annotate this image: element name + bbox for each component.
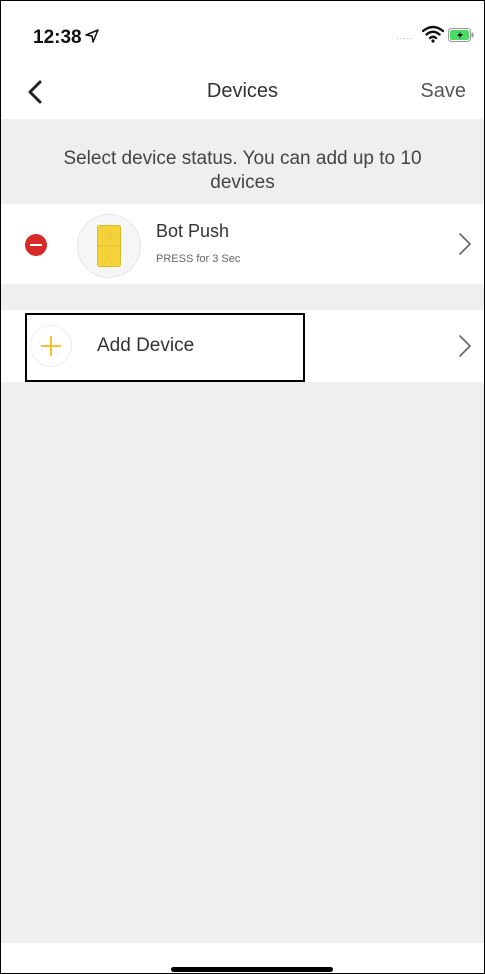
remove-device-button[interactable] (25, 234, 47, 256)
switchbot-icon (97, 225, 121, 267)
bottom-bar (1, 943, 484, 973)
plus-icon (41, 336, 61, 356)
chevron-right-icon[interactable] (458, 334, 472, 358)
wifi-icon (422, 25, 444, 43)
home-indicator[interactable] (171, 967, 333, 972)
status-bar: 12:38 ..... (1, 1, 484, 63)
device-name: Bot Push (156, 221, 230, 241)
battery-icon (448, 28, 474, 42)
status-time: 12:38 (33, 27, 82, 48)
add-device-circle (30, 325, 72, 367)
add-device-button[interactable]: Add Device (1, 310, 484, 382)
device-thumbnail (77, 214, 141, 278)
location-arrow-icon (85, 29, 99, 43)
device-list-item[interactable]: Bot Push PRESS for 3 Sec (1, 204, 484, 284)
page-title: Devices (206, 80, 279, 102)
navigation-bar: Devices Save (1, 63, 484, 119)
save-button[interactable]: Save (420, 80, 466, 103)
phone-screen: 12:38 ..... Devices Save Select device s… (0, 0, 485, 974)
add-device-label: Add Device (97, 335, 195, 356)
device-action: PRESS for 3 Sec (156, 253, 241, 265)
chevron-right-icon[interactable] (458, 232, 472, 256)
signal-dots: ..... (396, 31, 414, 41)
instruction-text: Select device status. You can add up to … (63, 148, 422, 193)
